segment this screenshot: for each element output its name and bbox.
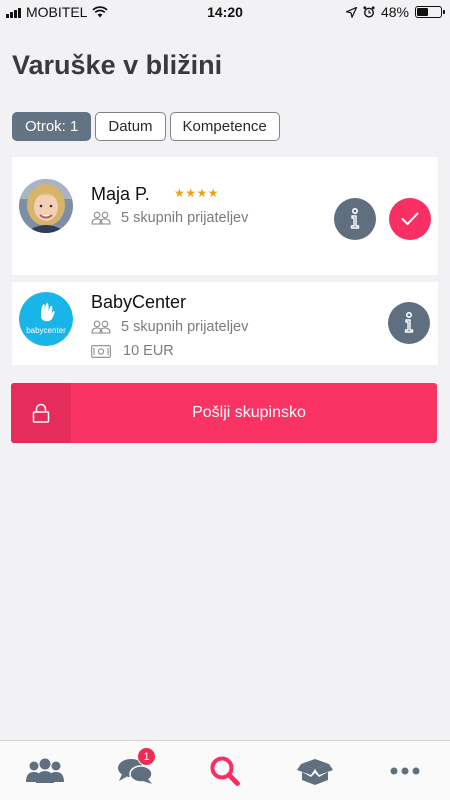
group-send-label: Pošlji skupinsko [192,404,306,421]
tab-boxes[interactable] [285,741,345,800]
price-text: 10 EUR [123,343,174,359]
babysitter-card[interactable]: Maja P. ★★★★ 5 skupnih prijateljev [12,157,438,275]
tab-messages[interactable]: 1 [105,741,165,800]
filter-date[interactable]: Datum [95,112,166,141]
open-box-icon [297,759,333,785]
battery-icon [415,6,445,18]
lock-icon [32,403,50,423]
lock-box [11,383,71,443]
mutual-friends: 5 skupnih prijateljev [91,319,248,335]
friends-icon [91,320,111,334]
tab-people[interactable] [15,741,75,800]
select-button[interactable] [389,198,431,240]
rating-stars: ★★★★ [174,186,220,200]
alarm-icon [363,6,375,18]
mutual-friends-text: 5 skupnih prijateljev [121,319,249,335]
status-right: 48% [345,4,445,20]
page-title: Varuške v bližini [12,50,223,80]
avatar [19,179,73,233]
logo-text: babycenter [26,326,66,335]
filter-bar: Otrok: 1 Datum Kompetence [12,112,280,141]
agency-name: BabyCenter [91,292,187,312]
filter-child-count[interactable]: Otrok: 1 [12,112,92,141]
search-icon [210,756,240,786]
tab-bar: 1 [0,740,450,800]
friends-icon [91,211,111,225]
info-button[interactable] [334,198,376,240]
info-icon [404,312,414,333]
price: 10 EUR [91,343,174,359]
filter-competence[interactable]: Kompetence [169,112,280,141]
info-icon [350,208,360,229]
more-icon [390,767,420,775]
mutual-friends: 5 skupnih prijateljev [91,210,248,226]
money-icon [91,344,111,358]
mutual-friends-text: 5 skupnih prijateljev [121,210,249,226]
status-bar: MOBITEL 14:20 48% [0,0,450,24]
babycenter-logo: babycenter [19,292,73,346]
tab-more[interactable] [375,741,435,800]
battery-percent: 48% [380,4,409,20]
people-icon [26,758,64,783]
babysitter-name: Maja P. [91,184,150,204]
agency-card[interactable]: babycenter BabyCenter 5 skupnih prijatel… [12,282,438,365]
checkmark-icon [401,212,419,225]
battery-level [417,8,429,16]
unread-badge: 1 [137,747,156,766]
info-button[interactable] [388,302,430,344]
group-send-button[interactable]: Pošlji skupinsko [11,383,437,443]
location-arrow-icon [345,6,357,18]
tab-search[interactable] [195,741,255,800]
